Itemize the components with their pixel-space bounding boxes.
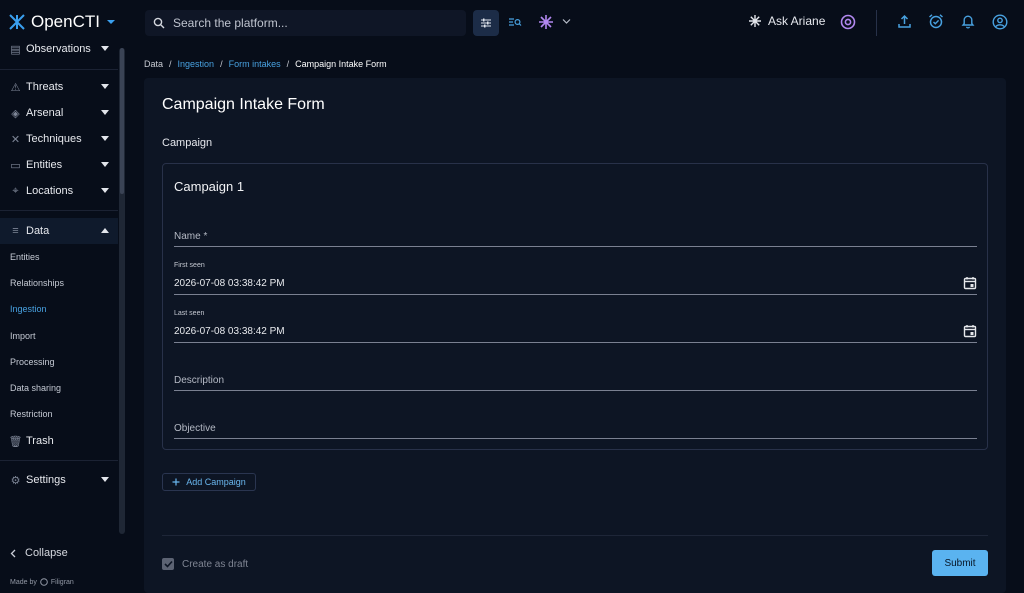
ai-sparkle-icon (749, 15, 761, 27)
description-input[interactable] (174, 375, 934, 386)
filigran-logo-icon (40, 578, 48, 586)
sidebar-item-arsenal[interactable]: ◈ Arsenal (0, 100, 118, 126)
sidebar-divider (0, 69, 118, 70)
sidebar-divider (0, 460, 118, 461)
sidebar: ▤ Observations ⚠ Threats ◈ Arsenal ✕ Tec… (0, 43, 128, 593)
breadcrumb-form-intakes[interactable]: Form intakes (229, 59, 281, 69)
card-title: Campaign 1 (174, 179, 245, 194)
chevron-down-icon (101, 110, 109, 115)
search-bar[interactable] (145, 10, 466, 36)
ask-ariane-label: Ask Ariane (768, 14, 826, 28)
chevron-down-icon (101, 188, 109, 193)
chevron-down-icon (101, 84, 109, 89)
user-account-icon[interactable] (992, 14, 1008, 30)
techniques-icon: ✕ (10, 133, 21, 146)
collapse-sidebar-button[interactable]: Collapse (10, 547, 68, 559)
sidebar-item-data[interactable]: ≡ Data (0, 218, 118, 244)
top-bar: OpenCTI Ask Ariane (0, 0, 1024, 46)
search-icon (153, 17, 165, 29)
entities-icon: ▭ (10, 159, 21, 172)
upload-icon[interactable] (897, 14, 912, 29)
threats-icon: ⚠ (10, 81, 21, 94)
plus-icon (172, 478, 180, 486)
chevron-down-icon (101, 136, 109, 141)
search-input[interactable] (173, 16, 453, 30)
sidebar-subitem-relationships[interactable]: Relationships (10, 278, 64, 288)
page-title: Campaign Intake Form (162, 96, 325, 113)
last-seen-field: Last seen (174, 310, 977, 343)
check-icon (163, 560, 173, 568)
toolbar-divider (876, 10, 877, 36)
sidebar-subitem-processing[interactable]: Processing (10, 357, 55, 367)
name-field (174, 229, 977, 247)
breadcrumb-current: Campaign Intake Form (295, 59, 387, 69)
chevron-down-icon (101, 162, 109, 167)
add-campaign-button[interactable]: Add Campaign (162, 473, 256, 491)
ask-ariane-button[interactable]: Ask Ariane (748, 14, 825, 28)
arsenal-icon: ◈ (11, 107, 20, 120)
advanced-search-icon[interactable] (508, 15, 522, 29)
chevron-down-icon (101, 46, 109, 51)
sidebar-item-locations[interactable]: ⌖ Locations (0, 178, 118, 204)
form-divider (162, 535, 988, 536)
made-by-credit: Made by Filigran (10, 578, 74, 586)
sidebar-item-observations[interactable]: ▤ Observations (0, 36, 118, 62)
breadcrumb-ingestion[interactable]: Ingestion (178, 59, 215, 69)
sidebar-divider (0, 210, 118, 211)
sidebar-subitem-entities[interactable]: Entities (10, 252, 40, 262)
form-panel: Campaign Intake Form Campaign Campaign 1… (144, 78, 1006, 593)
chevron-left-icon (10, 549, 16, 557)
calendar-icon[interactable] (963, 324, 977, 338)
sidebar-item-entities[interactable]: ▭ Entities (0, 152, 118, 178)
chevron-down-icon[interactable] (106, 18, 116, 26)
objective-field (174, 421, 977, 439)
sidebar-subitem-data-sharing[interactable]: Data sharing (10, 383, 61, 393)
assistant-icon[interactable] (840, 14, 856, 30)
name-input[interactable] (174, 231, 934, 242)
observations-icon: ▤ (10, 43, 21, 56)
draft-checkbox[interactable] (162, 558, 174, 570)
breadcrumb-data: Data (144, 59, 164, 69)
campaign-card: Campaign 1 First seen Last seen (162, 163, 988, 450)
create-as-draft-option[interactable]: Create as draft (162, 558, 248, 570)
app-logo[interactable]: OpenCTI (8, 12, 100, 32)
objective-input[interactable] (174, 423, 934, 434)
breadcrumb-separator: / (169, 59, 172, 69)
notifications-bell-icon[interactable] (961, 14, 975, 29)
sidebar-item-threats[interactable]: ⚠ Threats (0, 74, 118, 100)
ai-sparkle-icon[interactable] (538, 14, 554, 30)
chevron-down-icon (101, 477, 109, 482)
breadcrumb-separator: / (220, 59, 223, 69)
location-pin-icon: ⌖ (12, 184, 19, 197)
sidebar-item-settings[interactable]: ⚙ Settings (0, 467, 118, 493)
section-label: Campaign (162, 137, 213, 149)
draft-label: Create as draft (182, 558, 249, 570)
chevron-down-icon[interactable] (562, 18, 571, 25)
description-field (174, 373, 977, 391)
last-seen-input[interactable] (174, 326, 934, 337)
breadcrumb: Data / Ingestion / Form intakes / Campai… (144, 59, 387, 69)
sidebar-item-techniques[interactable]: ✕ Techniques (0, 126, 118, 152)
alarm-clock-icon[interactable] (928, 13, 944, 29)
filter-button[interactable] (473, 10, 499, 36)
first-seen-field: First seen (174, 262, 977, 295)
database-icon: ≡ (12, 225, 19, 237)
chevron-up-icon (101, 228, 109, 233)
sidebar-subitem-restriction[interactable]: Restriction (10, 409, 53, 419)
tune-icon (481, 18, 491, 28)
app-name: OpenCTI (31, 12, 100, 31)
last-seen-label: Last seen (174, 310, 205, 317)
opencti-logo-icon (9, 14, 25, 30)
submit-button[interactable]: Submit (932, 550, 988, 576)
sidebar-scroll-thumb[interactable] (120, 48, 124, 194)
trash-icon: 🗑 (8, 435, 23, 448)
calendar-icon[interactable] (963, 276, 977, 290)
gear-icon: ⚙ (10, 474, 21, 487)
first-seen-label: First seen (174, 262, 205, 269)
sidebar-item-trash[interactable]: 🗑 Trash (0, 428, 118, 454)
first-seen-input[interactable] (174, 278, 934, 289)
breadcrumb-separator: / (286, 59, 290, 69)
sidebar-subitem-import[interactable]: Import (10, 331, 36, 341)
sidebar-subitem-ingestion[interactable]: Ingestion (10, 304, 47, 314)
